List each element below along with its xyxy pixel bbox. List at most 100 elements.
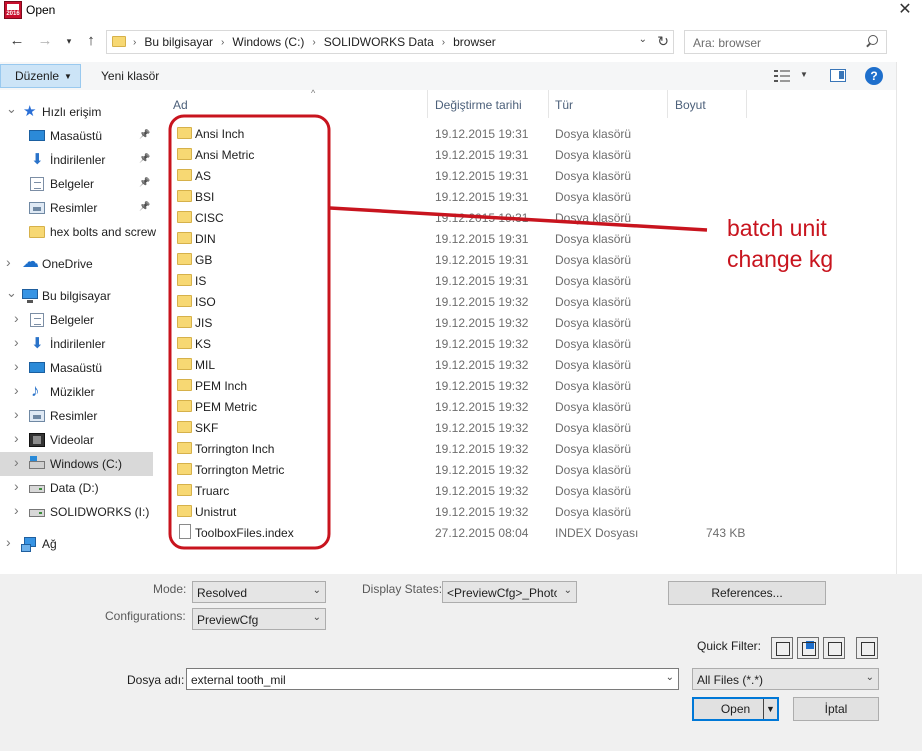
search-input[interactable]: Ara: browser (693, 36, 761, 50)
recent-locations-button[interactable]: ▾ (58, 30, 80, 52)
file-row[interactable]: PEM Inch 19.12.2015 19:32 Dosya klasörü (171, 375, 771, 396)
sidebar-item[interactable]: › Masaüstü (0, 356, 156, 380)
file-row[interactable]: JIS 19.12.2015 19:32 Dosya klasörü (171, 312, 771, 333)
file-row[interactable]: Ansi Inch 19.12.2015 19:31 Dosya klasörü (171, 123, 771, 144)
filter-parts-icon[interactable] (771, 637, 793, 659)
sidebar-item[interactable]: › Data (D:) (0, 476, 156, 500)
file-row[interactable]: ToolboxFiles.index 27.12.2015 08:04 INDEX … (171, 522, 771, 543)
file-row[interactable]: Torrington Inch 19.12.2015 19:32 Dosya kla… (171, 438, 771, 459)
expand-right-icon[interactable]: › (14, 502, 19, 518)
file-row[interactable]: MIL 19.12.2015 19:32 Dosya klasörü (171, 354, 771, 375)
help-icon[interactable]: ? (865, 67, 883, 85)
sidebar-item[interactable]: Masaüstü 📌 (0, 124, 156, 148)
filter-drawings-icon[interactable] (823, 637, 845, 659)
sidebar-item[interactable]: › Belgeler (0, 308, 156, 332)
expand-right-icon[interactable]: › (14, 406, 19, 422)
search-box[interactable]: Ara: browser (684, 30, 887, 54)
cancel-button[interactable]: İptal (793, 697, 879, 721)
file-row[interactable]: PEM Metric 19.12.2015 19:32 Dosya klasörü (171, 396, 771, 417)
file-row[interactable]: BSI 19.12.2015 19:31 Dosya klasörü (171, 186, 771, 207)
file-row[interactable]: Torrington Metric 19.12.2015 19:32 Dosya k… (171, 459, 771, 480)
breadcrumb-item[interactable]: SOLIDWORKS Data (324, 35, 434, 49)
file-row[interactable]: IS 19.12.2015 19:31 Dosya klasörü (171, 270, 771, 291)
expand-right-icon[interactable]: › (14, 430, 19, 446)
expand-right-icon[interactable]: › (6, 534, 11, 550)
view-dropdown-button[interactable]: ▼ (800, 70, 808, 79)
address-dropdown-button[interactable]: ⌄ (639, 34, 647, 45)
column-header-date[interactable]: Değiştirme tarihi (435, 90, 547, 118)
expand-right-icon[interactable]: › (14, 382, 19, 398)
expand-down-icon[interactable]: ⌄ (6, 285, 17, 301)
sidebar-item[interactable]: ⌄ Bu bilgisayar (0, 284, 156, 308)
expand-right-icon[interactable]: › (14, 478, 19, 494)
forward-button[interactable]: → (34, 30, 56, 52)
sidebar-item[interactable]: › SOLIDWORKS (I:) (0, 500, 156, 524)
filter-assemblies-icon[interactable] (797, 637, 819, 659)
chevron-right-icon[interactable]: › (133, 37, 136, 48)
organize-button[interactable]: Düzenle ▼ (0, 64, 81, 88)
expand-right-icon[interactable]: › (14, 454, 19, 470)
breadcrumb-item[interactable]: browser (453, 35, 496, 49)
sidebar-item[interactable]: › Windows (C:) (0, 452, 153, 476)
configurations-select[interactable]: PreviewCfg ⌄ (192, 608, 326, 630)
sidebar-item[interactable]: › Resimler (0, 404, 156, 428)
column-divider[interactable] (746, 90, 747, 118)
sidebar-item[interactable]: Resimler 📌 (0, 196, 156, 220)
file-row[interactable]: Truarc 19.12.2015 19:32 Dosya klasörü (171, 480, 771, 501)
back-button[interactable]: ← (6, 30, 28, 52)
sidebar-item[interactable]: Belgeler 📌 (0, 172, 156, 196)
sidebar-item[interactable]: hex bolts and screw (0, 220, 156, 244)
breadcrumb-item[interactable]: Bu bilgisayar (144, 35, 213, 49)
column-header-size[interactable]: Boyut (675, 90, 745, 118)
sidebar-item[interactable]: İndirilenler 📌 (0, 148, 156, 172)
sidebar-item[interactable]: › Müzikler (0, 380, 156, 404)
chevron-right-icon[interactable]: › (312, 37, 315, 48)
new-folder-button[interactable]: Yeni klasör (101, 69, 159, 83)
chevron-right-icon[interactable]: › (442, 37, 445, 48)
expand-down-icon[interactable]: ⌄ (6, 101, 17, 117)
up-button[interactable]: ↑ (80, 30, 102, 52)
open-button[interactable]: Open ▼ (692, 697, 779, 721)
display-states-select[interactable]: <PreviewCfg>_Photo ⌄ (442, 581, 577, 603)
sidebar-item[interactable]: › Ağ (0, 532, 156, 556)
column-divider[interactable] (427, 90, 428, 118)
filter-top-level-icon[interactable] (856, 637, 878, 659)
column-divider[interactable] (667, 90, 668, 118)
sidebar-item[interactable]: › Videolar (0, 428, 156, 452)
file-row[interactable]: SKF 19.12.2015 19:32 Dosya klasörü (171, 417, 771, 438)
address-bar[interactable]: › Bu bilgisayar › Windows (C:) › SOLIDWORKS D… (106, 30, 674, 54)
expand-right-icon[interactable]: › (14, 358, 19, 374)
sidebar-item[interactable]: › İndirilenler (0, 332, 156, 356)
file-row[interactable]: KS 19.12.2015 19:32 Dosya klasörü (171, 333, 771, 354)
file-row[interactable]: ISO 19.12.2015 19:32 Dosya klasörü (171, 291, 771, 312)
column-header-name[interactable]: Ad ^ (173, 88, 428, 118)
sidebar-item[interactable]: ⌄ Hızlı erişim (0, 100, 156, 124)
expand-right-icon[interactable]: › (6, 254, 11, 270)
breadcrumb-item[interactable]: Windows (C:) (232, 35, 304, 49)
file-row[interactable]: CISC 19.12.2015 19:31 Dosya klasörü (171, 207, 771, 228)
open-options-dropdown[interactable]: ▼ (763, 699, 777, 719)
expand-right-icon[interactable]: › (14, 310, 19, 326)
expand-right-icon[interactable]: › (14, 334, 19, 350)
column-divider[interactable] (548, 90, 549, 118)
file-row[interactable]: AS 19.12.2015 19:31 Dosya klasörü (171, 165, 771, 186)
close-icon: ✕ (898, 1, 912, 18)
column-header-type[interactable]: Tür (555, 90, 665, 118)
file-row[interactable]: DIN 19.12.2015 19:31 Dosya klasörü (171, 228, 771, 249)
mode-select[interactable]: Resolved ⌄ (192, 581, 326, 603)
references-button[interactable]: References... (668, 581, 826, 605)
chevron-right-icon[interactable]: › (221, 37, 224, 48)
refresh-button[interactable]: ↻ (657, 33, 669, 50)
search-icon[interactable] (866, 35, 878, 49)
vertical-scrollbar[interactable] (896, 62, 922, 574)
file-row[interactable]: Unistrut 19.12.2015 19:32 Dosya klasörü (171, 501, 771, 522)
view-options-icon[interactable] (774, 70, 790, 82)
file-type-select[interactable]: All Files (*.*) ⌄ (692, 668, 879, 690)
filename-input[interactable]: external tooth_mil ⌄ (186, 668, 679, 690)
preview-pane-icon[interactable] (830, 69, 846, 82)
close-button[interactable]: ✕ (888, 0, 922, 22)
file-name: Torrington Inch (195, 442, 275, 456)
sidebar-item[interactable]: › OneDrive (0, 252, 156, 276)
file-row[interactable]: Ansi Metric 19.12.2015 19:31 Dosya klasörü (171, 144, 771, 165)
file-row[interactable]: GB 19.12.2015 19:31 Dosya klasörü (171, 249, 771, 270)
